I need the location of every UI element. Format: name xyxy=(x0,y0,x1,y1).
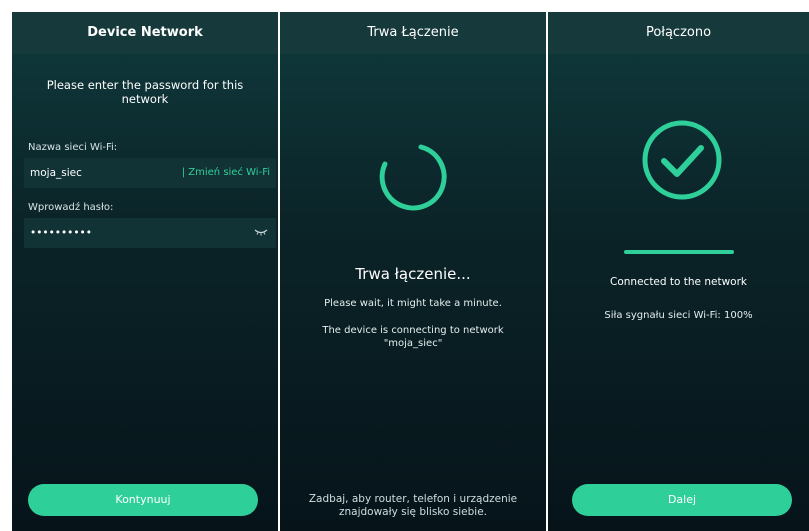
header-title: Device Network xyxy=(12,12,278,54)
password-value: •••••••••• xyxy=(30,227,92,239)
signal-strength-text: Siła sygnału sieci Wi-Fi: 100% xyxy=(604,310,753,321)
check-circle-icon xyxy=(642,120,722,200)
proximity-tip: Zadbaj, aby router, telefon i urządzenie… xyxy=(308,493,518,518)
password-field[interactable]: •••••••••• xyxy=(24,218,276,248)
connecting-text: The device is connecting to network xyxy=(322,325,504,336)
network-name: "moja_siec" xyxy=(383,338,443,349)
password-prompt: Please enter the password for this netwo… xyxy=(46,78,244,106)
wait-text: Please wait, it might take a minute. xyxy=(324,298,502,309)
next-button[interactable]: Dalej xyxy=(572,484,792,516)
header-title: Połączono xyxy=(548,12,809,54)
screen-connected: Połączono Connected to the network Siła … xyxy=(548,12,809,531)
ssid-label: Nazwa sieci Wi-Fi: xyxy=(28,142,118,153)
password-label: Wprowadź hasło: xyxy=(28,202,114,213)
ssid-value: moja_siec xyxy=(30,167,82,179)
continue-button[interactable]: Kontynuuj xyxy=(28,484,258,516)
progress-fill xyxy=(624,250,734,254)
connection-progress-bar xyxy=(624,250,734,254)
eye-closed-icon[interactable] xyxy=(254,227,268,237)
screen-device-network: Device Network Please enter the password… xyxy=(12,12,278,531)
screen-connecting: Trwa Łączenie Trwa łączenie... Please wa… xyxy=(280,12,546,531)
header-title: Trwa Łączenie xyxy=(280,12,546,54)
connecting-title: Trwa łączenie... xyxy=(355,265,471,283)
ssid-field[interactable]: moja_siec | Zmień sieć Wi-Fi xyxy=(24,158,276,188)
loading-spinner-icon xyxy=(379,144,447,211)
connected-text: Connected to the network xyxy=(610,276,747,288)
change-network-link[interactable]: | Zmień sieć Wi-Fi xyxy=(182,158,270,188)
